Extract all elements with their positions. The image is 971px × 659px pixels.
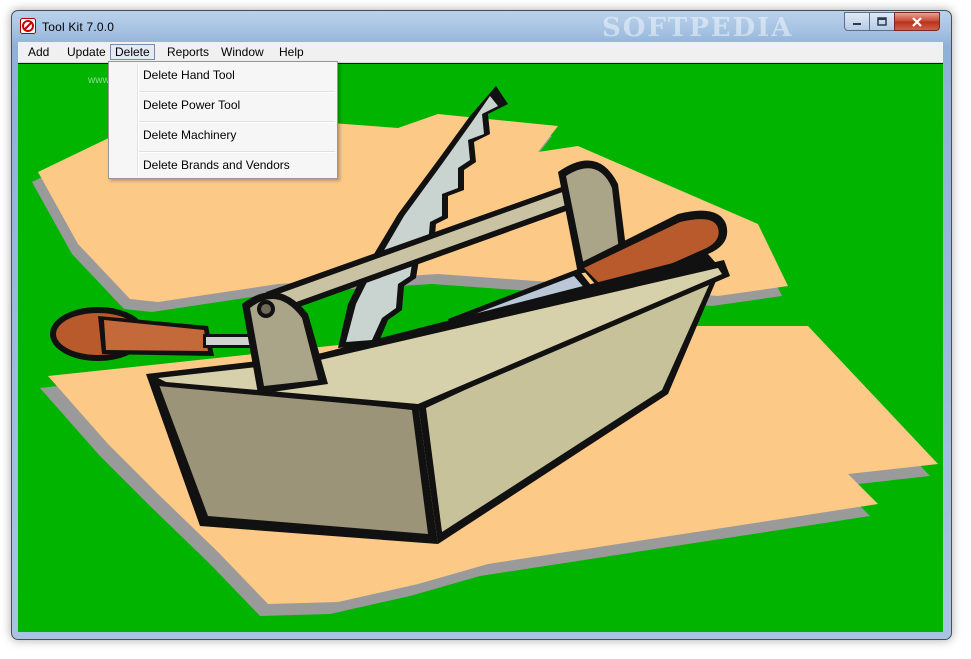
delete-menu-dropdown: Delete Hand Tool Delete Power Tool Delet… (108, 61, 338, 179)
menu-update[interactable]: Update (63, 44, 110, 60)
menu-reports[interactable]: Reports (163, 44, 213, 60)
toolkit-app-icon (20, 18, 36, 34)
window-title: Tool Kit 7.0.0 (42, 20, 115, 34)
close-button[interactable] (894, 12, 940, 31)
menu-window[interactable]: Window (217, 44, 268, 60)
menu-item-delete-brands-and-vendors[interactable]: Delete Brands and Vendors (111, 152, 335, 180)
close-icon (912, 16, 922, 27)
menu-item-delete-hand-tool[interactable]: Delete Hand Tool (111, 62, 335, 90)
menu-delete[interactable]: Delete (110, 44, 155, 60)
maximize-button[interactable] (869, 12, 895, 31)
title-bar[interactable]: Tool Kit 7.0.0 SOFTPEDIA (12, 11, 951, 43)
maximize-icon (877, 17, 887, 26)
menu-add[interactable]: Add (24, 44, 53, 60)
menu-help[interactable]: Help (275, 44, 308, 60)
menu-item-delete-power-tool[interactable]: Delete Power Tool (111, 92, 335, 120)
menu-item-delete-machinery[interactable]: Delete Machinery (111, 122, 335, 150)
menu-bar: Add Update Delete Reports Window Help (18, 42, 943, 63)
minimize-button[interactable] (844, 12, 870, 31)
minimize-icon (853, 22, 861, 25)
softpedia-watermark: SOFTPEDIA (602, 13, 794, 43)
